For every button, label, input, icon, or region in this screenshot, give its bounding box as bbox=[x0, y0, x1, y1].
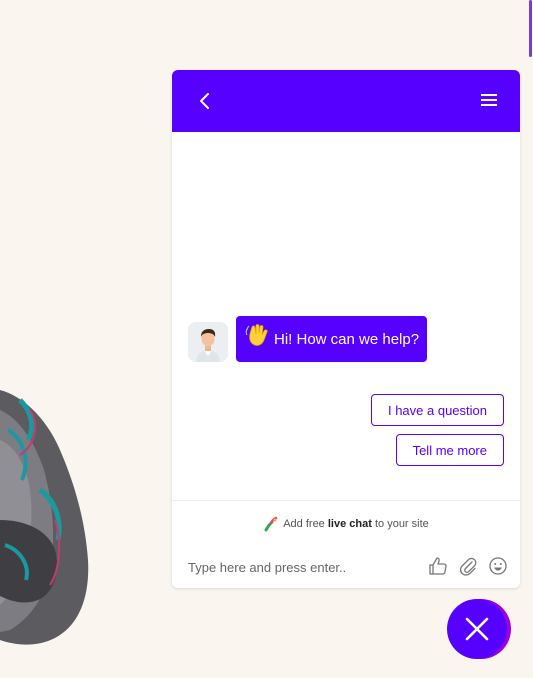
emoji-button[interactable] bbox=[488, 556, 508, 576]
composer bbox=[172, 546, 520, 588]
backpack-image bbox=[0, 390, 89, 645]
chevron-left-icon bbox=[200, 93, 209, 109]
message-input[interactable] bbox=[188, 559, 408, 575]
branding-bold: live chat bbox=[327, 518, 372, 530]
hamburger-menu-icon bbox=[481, 94, 497, 106]
branding-prefix: Add free bbox=[283, 518, 325, 530]
waving-hand-icon bbox=[245, 324, 268, 346]
thumbs-up-button[interactable] bbox=[428, 556, 448, 576]
greeting-bubble: Hi! How can we help? bbox=[236, 316, 428, 362]
page-scroll-indicator bbox=[529, 0, 532, 57]
close-chat-button[interactable] bbox=[447, 599, 507, 659]
brand-logo-icon bbox=[264, 516, 278, 532]
menu-button[interactable] bbox=[476, 87, 502, 113]
close-icon bbox=[465, 617, 489, 641]
branding-link[interactable]: Add free live chat to your site bbox=[172, 500, 520, 547]
chat-header bbox=[172, 70, 520, 132]
greeting-text: Hi! How can we help? bbox=[274, 330, 420, 348]
quick-replies: I have a question Tell me more bbox=[370, 394, 504, 466]
smiley-icon bbox=[489, 557, 507, 575]
branding-suffix: to your site bbox=[374, 518, 429, 530]
operator-avatar bbox=[188, 322, 228, 362]
thumbs-up-icon bbox=[429, 557, 447, 575]
back-button[interactable] bbox=[192, 88, 218, 114]
person-avatar-icon bbox=[188, 322, 228, 362]
chat-widget: Hi! How can we help? I have a question T… bbox=[172, 70, 520, 588]
bot-message: Hi! How can we help? bbox=[188, 316, 428, 362]
attach-button[interactable] bbox=[458, 556, 478, 576]
message-list: Hi! How can we help? I have a question T… bbox=[172, 132, 520, 500]
quick-reply-question[interactable]: I have a question bbox=[370, 394, 504, 426]
composer-actions bbox=[428, 556, 508, 576]
paperclip-icon bbox=[459, 557, 477, 576]
quick-reply-tell-more[interactable]: Tell me more bbox=[395, 434, 504, 466]
